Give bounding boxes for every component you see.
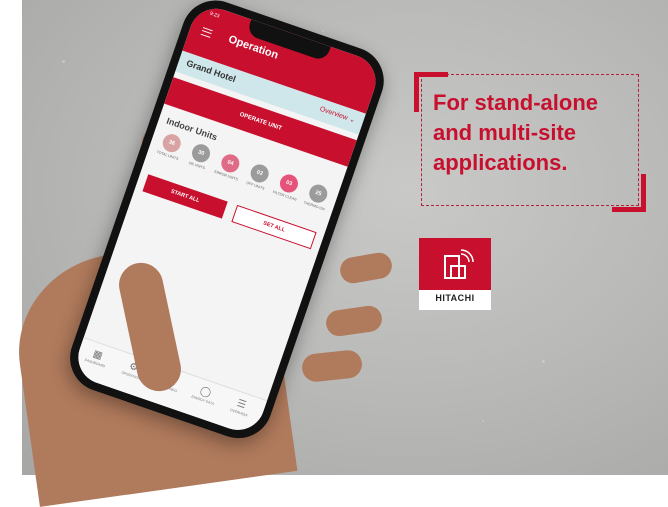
chevron-down-icon: ⌄ [348, 115, 357, 125]
callout-text: For stand-alone and multi-site applicati… [433, 88, 638, 178]
nav-energy-data[interactable]: ◯ ENERGY DATA [184, 381, 225, 409]
stat-thermo[interactable]: 25 THERMO ON [299, 180, 335, 213]
brand-name: HITACHI [435, 293, 475, 303]
callout-line-1: For stand-alone [433, 90, 599, 115]
menu-icon[interactable] [200, 27, 213, 38]
site-view-dropdown[interactable]: Overview ⌄ [319, 105, 357, 125]
building-wifi-icon [419, 238, 491, 290]
nav-dashboard[interactable]: ▦ DASHBOARD [76, 344, 117, 372]
status-time: 9:23 [209, 10, 221, 20]
nav-overview[interactable]: ☰ OVERVIEW [220, 393, 261, 421]
callout-line-3: applications. [433, 150, 568, 175]
callout-corner-bottom-right [612, 174, 646, 212]
hitachi-badge: HITACHI [419, 238, 491, 310]
callout-line-2: and multi-site [433, 120, 577, 145]
